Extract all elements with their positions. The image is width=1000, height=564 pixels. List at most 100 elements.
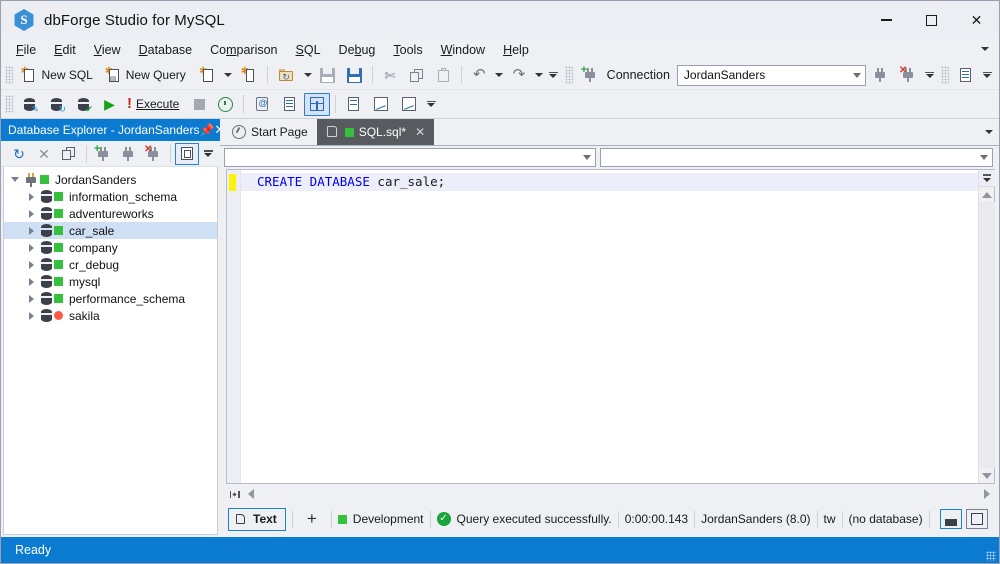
scroll-left-button[interactable]	[243, 486, 259, 503]
expand-toggle[interactable]	[23, 277, 39, 286]
editor-horizontal-scrollbar[interactable]	[226, 484, 995, 504]
redo-dropdown[interactable]	[532, 64, 545, 87]
copy-button[interactable]	[404, 64, 429, 87]
expand-toggle[interactable]	[23, 243, 39, 252]
paste-button[interactable]	[431, 64, 456, 87]
connection-button[interactable]	[116, 143, 140, 165]
menu-item-comparison[interactable]: Comparison	[201, 41, 286, 59]
disconnect-button[interactable]: ✕	[141, 143, 165, 165]
new-object-button[interactable]: ✱	[194, 64, 221, 87]
new-object-dropdown[interactable]	[222, 64, 235, 87]
chevron-down-icon[interactable]	[848, 66, 865, 85]
chevron-down-icon[interactable]	[578, 148, 595, 167]
toolbar-grip[interactable]	[5, 66, 13, 84]
show-results-panel-button[interactable]	[939, 509, 962, 529]
scroll-track[interactable]	[978, 202, 995, 468]
menu-overflow-button[interactable]	[979, 43, 991, 55]
open-file-button[interactable]: ↻	[273, 64, 300, 87]
stop-button[interactable]	[188, 93, 211, 116]
tab-sql-document[interactable]: SQL.sql* ✕	[316, 119, 435, 145]
maximize-button[interactable]	[909, 1, 954, 39]
undo-dropdown[interactable]	[493, 64, 506, 87]
menu-item-help[interactable]: Help	[494, 41, 538, 59]
tree-node-adventureworks[interactable]: adventureworks	[4, 205, 217, 222]
menu-item-tools[interactable]: Tools	[384, 41, 431, 59]
expand-toggle[interactable]	[23, 209, 39, 218]
menu-item-edit[interactable]: Edit	[45, 41, 85, 59]
result-as-text-button[interactable]	[277, 93, 302, 116]
tree-node-sakila[interactable]: sakila	[4, 307, 217, 324]
object-context-combo[interactable]	[600, 148, 993, 167]
split-view-handle-horizontal[interactable]	[226, 486, 243, 503]
tree-node-performance-schema[interactable]: performance_schema	[4, 290, 217, 307]
connection-combo[interactable]: JordanSanders	[676, 64, 867, 86]
sql-toolbar-overflow-button[interactable]	[423, 93, 439, 116]
tree-node-mysql[interactable]: mysql	[4, 273, 217, 290]
new-sql-button[interactable]: ✱ New SQL	[17, 64, 99, 87]
new-query-button[interactable]: ✱▤ New Query	[101, 64, 192, 87]
expand-toggle[interactable]	[23, 192, 39, 201]
scroll-track-horizontal[interactable]	[259, 485, 979, 503]
toolbar-grip[interactable]	[5, 95, 13, 113]
explorer-overflow-button[interactable]	[200, 142, 216, 165]
environment-indicator[interactable]: Development	[337, 512, 424, 526]
menu-item-view[interactable]: View	[85, 41, 130, 59]
tab-list-dropdown[interactable]	[985, 119, 993, 145]
toolbar-overflow-button[interactable]	[545, 64, 561, 87]
database-context-combo[interactable]	[224, 148, 596, 167]
options-button[interactable]	[953, 64, 978, 87]
tree-node-company[interactable]: company	[4, 239, 217, 256]
new-result-button[interactable]	[396, 93, 422, 116]
collapse-toggle[interactable]	[7, 177, 23, 182]
redo-button[interactable]: ↷	[507, 64, 532, 87]
parameters-button[interactable]: @	[249, 93, 275, 116]
tree-node-cr-debug[interactable]: cr_debug	[4, 256, 217, 273]
chart-button[interactable]	[368, 93, 394, 116]
text-view-button[interactable]: Text	[228, 507, 286, 531]
new-file-button[interactable]: ✱	[236, 64, 263, 87]
explain-plan-button[interactable]	[341, 93, 366, 116]
clipboard-button[interactable]	[175, 142, 199, 165]
scroll-down-button[interactable]	[979, 468, 995, 483]
db-edit-button[interactable]: ✎	[17, 93, 42, 116]
close-connection-button[interactable]: ✕	[895, 64, 921, 87]
result-as-grid-button[interactable]	[304, 92, 331, 116]
undo-button[interactable]: ↶	[467, 64, 492, 87]
refresh-button[interactable]: ↻	[7, 143, 31, 165]
save-button[interactable]	[315, 64, 340, 87]
pin-icon[interactable]: 📌	[199, 123, 214, 137]
editor-code-area[interactable]: CREATE DATABASE car_sale;	[241, 170, 978, 483]
db-refresh-button[interactable]: ↻	[44, 93, 69, 116]
duplicate-button[interactable]	[57, 143, 81, 165]
scroll-right-button[interactable]	[979, 486, 995, 503]
menu-item-file[interactable]: FFileile	[7, 41, 45, 59]
refresh-connection-button[interactable]	[867, 64, 893, 87]
scroll-up-button[interactable]	[979, 187, 995, 202]
menu-item-window[interactable]: Window	[432, 41, 494, 59]
chevron-down-icon[interactable]	[975, 148, 992, 167]
close-button[interactable]: ✕	[954, 1, 999, 39]
history-button[interactable]	[213, 93, 238, 116]
expand-toggle[interactable]	[23, 226, 39, 235]
sql-editor[interactable]: CREATE DATABASE car_sale;	[226, 169, 995, 484]
tree-node-car-sale[interactable]: car_sale	[4, 222, 217, 239]
toolbar-overflow-button-2[interactable]	[922, 64, 938, 87]
menu-item-debug[interactable]: Debug	[330, 41, 385, 59]
save-all-button[interactable]	[342, 64, 367, 87]
tree-node-information-schema[interactable]: information_schema	[4, 188, 217, 205]
menu-item-database[interactable]: Database	[130, 41, 202, 59]
close-icon[interactable]: ✕	[415, 125, 425, 139]
toolbar-overflow-button-3[interactable]	[979, 64, 995, 87]
expand-toggle[interactable]	[23, 294, 39, 303]
minimize-button[interactable]	[864, 1, 909, 39]
expand-toggle[interactable]	[23, 260, 39, 269]
db-validate-button[interactable]: ✔	[71, 93, 96, 116]
delete-button[interactable]: ✕	[32, 143, 56, 165]
resize-grip[interactable]	[986, 551, 996, 561]
execute-button[interactable]: ! Execute	[123, 93, 186, 116]
open-file-dropdown[interactable]	[301, 64, 314, 87]
toolbar-grip[interactable]	[941, 66, 950, 84]
run-button[interactable]: ▶	[98, 93, 121, 116]
database-tree[interactable]: JordanSanders information_schema adventu…	[3, 167, 218, 535]
split-view-handle[interactable]	[978, 170, 995, 187]
